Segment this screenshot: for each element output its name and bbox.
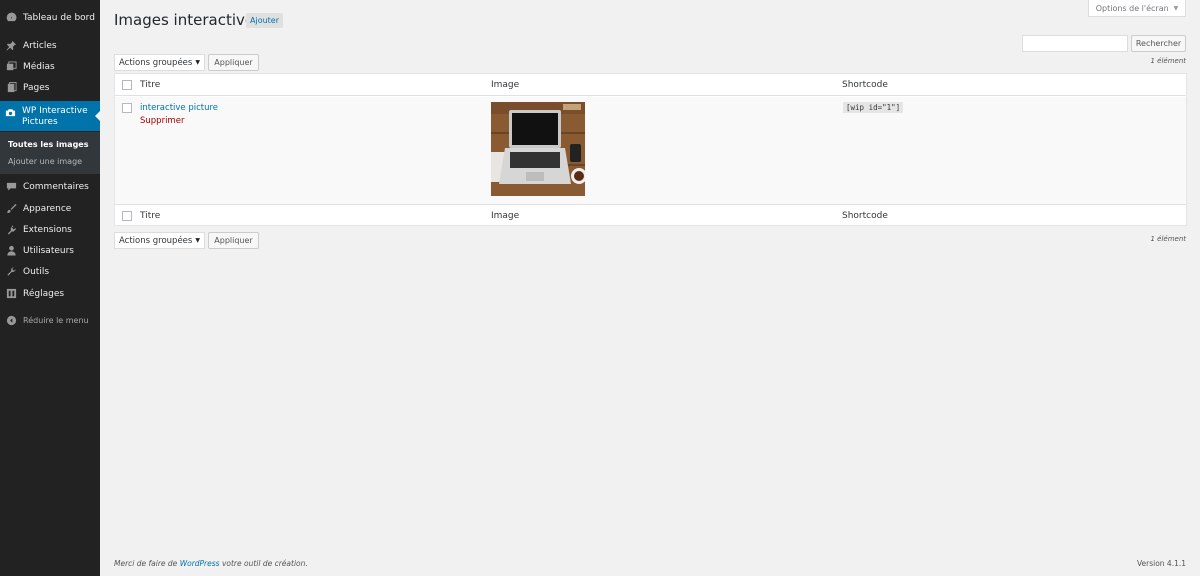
row-thumbnail-image[interactable] <box>491 102 585 196</box>
column-header-shortcode: Shortcode <box>842 80 888 90</box>
sidebar-item-extensions[interactable]: Extensions <box>0 219 100 240</box>
sidebar-item-settings[interactable]: Réglages <box>0 283 100 304</box>
submenu-item-add-image[interactable]: Ajouter une image <box>8 157 82 166</box>
sidebar-item-media[interactable]: Médias <box>0 56 100 77</box>
comment-icon <box>5 181 17 193</box>
sidebar-item-wp-interactive-pictures[interactable]: WP Interactive Pictures <box>0 101 100 131</box>
collapse-icon <box>5 315 17 327</box>
user-icon <box>5 245 17 257</box>
sidebar-item-label: Utilisateurs <box>23 245 74 256</box>
column-footer-title[interactable]: Titre <box>140 211 160 221</box>
dropdown-arrow-icon: ▼ <box>195 59 200 66</box>
column-footer-image: Image <box>491 211 520 221</box>
sidebar-item-pages[interactable]: Pages <box>0 77 100 98</box>
footer-prefix: Merci de faire de <box>114 559 180 568</box>
page-title: Images interactives <box>114 11 262 29</box>
table-row: interactive picture Supprimer [wip id="1… <box>115 97 1186 204</box>
wrench-icon <box>5 266 17 278</box>
row-shortcode: [wip id="1"] <box>843 102 904 113</box>
search-input[interactable] <box>1022 35 1128 52</box>
apply-button-top[interactable]: Appliquer <box>208 54 259 71</box>
table-header: Titre Image Shortcode <box>115 74 1186 96</box>
pin-icon <box>5 40 17 52</box>
dashboard-icon <box>5 12 17 24</box>
submenu: Toutes les images Ajouter une image <box>0 132 100 174</box>
sidebar-item-users[interactable]: Utilisateurs <box>0 240 100 261</box>
media-icon <box>5 61 17 73</box>
settings-icon <box>5 288 17 300</box>
submenu-item-all-images[interactable]: Toutes les images <box>8 140 89 149</box>
table-footer: Titre Image Shortcode <box>115 204 1186 226</box>
footer-credit: Merci de faire de WordPress votre outil … <box>114 559 308 568</box>
select-all-checkbox[interactable] <box>122 80 132 90</box>
dropdown-arrow-icon: ▼ <box>195 237 200 244</box>
select-all-checkbox-bottom[interactable] <box>122 211 132 221</box>
bulk-actions-select-bottom[interactable]: Actions groupées ▼ <box>114 232 205 249</box>
row-title-link[interactable]: interactive picture <box>140 103 218 113</box>
pages-icon <box>5 82 17 94</box>
sidebar-item-label: WP Interactive Pictures <box>22 106 88 127</box>
caret-down-icon: ▼ <box>1173 4 1179 12</box>
sidebar-item-tools[interactable]: Outils <box>0 261 100 282</box>
column-header-title[interactable]: Titre <box>140 80 160 90</box>
sidebar-item-label: Médias <box>23 61 55 72</box>
sidebar-item-label: Extensions <box>23 224 72 235</box>
footer-suffix: votre outil de création. <box>219 559 308 568</box>
sidebar-item-label: Tableau de bord <box>23 12 95 23</box>
wordpress-link[interactable]: WordPress <box>180 559 220 568</box>
sidebar-item-comments[interactable]: Commentaires <box>0 176 100 197</box>
images-table: Titre Image Shortcode interactive pictur… <box>114 73 1187 226</box>
sidebar-item-label: Réglages <box>23 288 65 299</box>
row-delete-link[interactable]: Supprimer <box>140 116 184 126</box>
active-indicator <box>95 111 100 121</box>
sidebar-item-articles[interactable]: Articles <box>0 35 100 56</box>
footer-version: Version 4.1.1 <box>1136 559 1186 568</box>
add-new-button[interactable]: Ajouter <box>246 13 284 28</box>
apply-button-bottom[interactable]: Appliquer <box>208 232 259 249</box>
screen-options-button[interactable]: Options de l'écran ▼ <box>1088 0 1186 17</box>
search-button[interactable]: Rechercher <box>1131 35 1186 52</box>
sidebar-item-dashboard[interactable]: Tableau de bord <box>0 7 100 28</box>
sidebar-item-appearance[interactable]: Apparence <box>0 198 100 219</box>
collapse-menu-label: Réduire le menu <box>23 316 89 325</box>
sidebar-item-label: Apparence <box>23 203 72 214</box>
item-count-top: 1 élément <box>1150 57 1186 65</box>
sidebar-item-label: Outils <box>23 266 50 277</box>
collapse-menu-button[interactable]: Réduire le menu <box>0 310 100 331</box>
column-footer-shortcode: Shortcode <box>842 211 888 221</box>
bulk-actions-select-top[interactable]: Actions groupées ▼ <box>114 54 205 71</box>
row-checkbox[interactable] <box>122 103 132 113</box>
column-header-image: Image <box>491 80 520 90</box>
sidebar-item-label: Commentaires <box>23 181 89 192</box>
image-icon <box>5 106 16 118</box>
brush-icon <box>5 203 17 215</box>
item-count-bottom: 1 élément <box>1150 235 1186 243</box>
sidebar-item-label: Pages <box>23 82 50 93</box>
plugin-icon <box>5 224 17 236</box>
bulk-actions-label: Actions groupées <box>119 235 193 246</box>
sidebar-item-label: Articles <box>23 40 57 51</box>
admin-sidebar: Tableau de bord Articles Médias Pages WP… <box>0 0 100 576</box>
bulk-actions-label: Actions groupées <box>119 57 193 68</box>
screen-options-label: Options de l'écran <box>1095 3 1169 13</box>
